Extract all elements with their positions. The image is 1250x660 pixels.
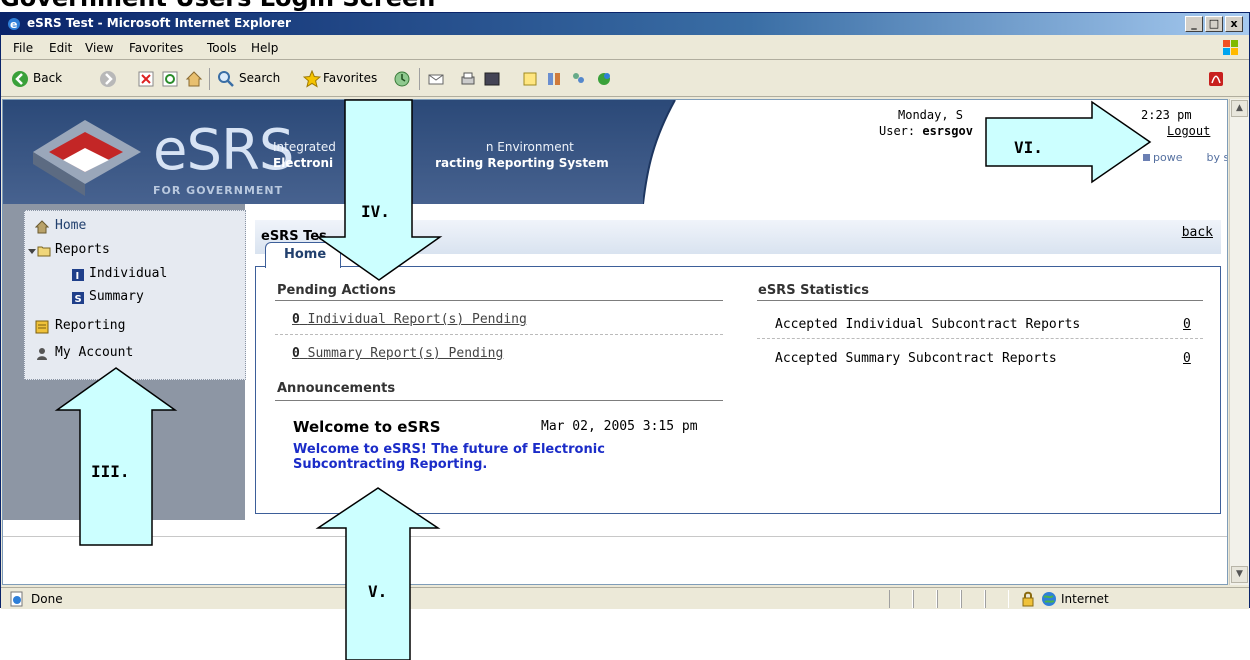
callout-arrow-iii bbox=[54, 367, 178, 546]
callout-arrow-iv bbox=[315, 99, 443, 281]
callout-label-vi: VI. bbox=[1014, 138, 1043, 157]
callout-label-iii: III. bbox=[91, 462, 130, 481]
callout-label-v: V. bbox=[368, 582, 388, 601]
callout-arrow-v bbox=[315, 487, 441, 660]
callout-label-iv: IV. bbox=[361, 202, 390, 221]
screen: Government Users Login Screen e eSRS Tes… bbox=[0, 0, 1250, 660]
callout-arrow-vi bbox=[985, 100, 1152, 184]
callout-overlay bbox=[54, 99, 1152, 660]
